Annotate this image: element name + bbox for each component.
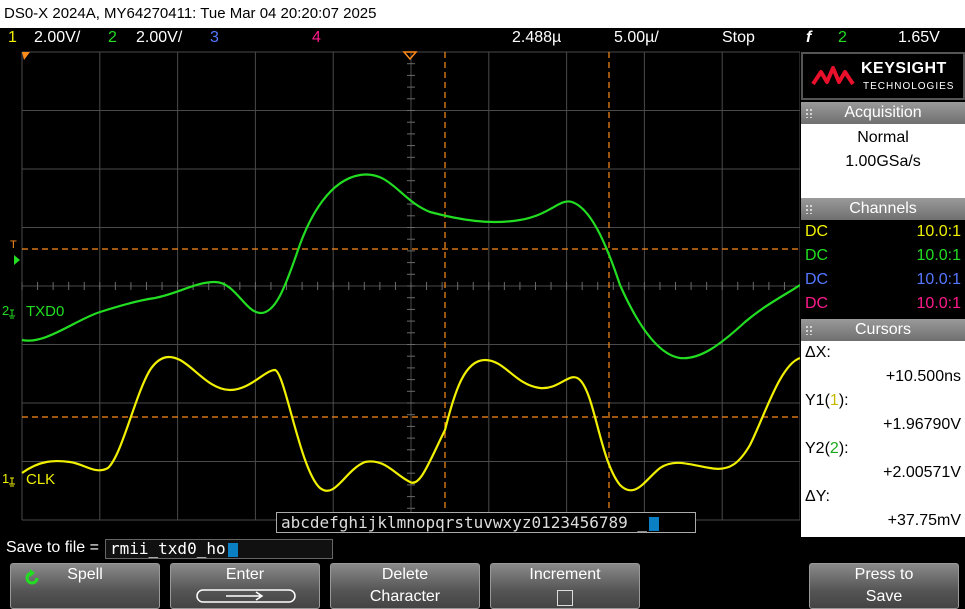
brand-tagline: TECHNOLOGIES (863, 81, 955, 92)
channels-header[interactable]: Channels (801, 198, 965, 220)
y1-value: +1.96790V (883, 416, 961, 433)
clk-label: CLK (26, 471, 55, 488)
run-state[interactable]: Stop (722, 29, 755, 47)
filename-field[interactable]: rmii_txd0_ho (105, 539, 333, 559)
txd0-label: TXD0 (26, 303, 64, 320)
delete-label-line2: Character (369, 588, 441, 605)
ch4-number[interactable]: 4 (312, 29, 321, 47)
grip-icon (805, 325, 813, 335)
trigger-source[interactable]: 2 (838, 29, 847, 47)
ch1-scale[interactable]: 2.00V/ (34, 29, 80, 47)
enter-arrow-icon (196, 589, 296, 603)
channel-4-coupling: DC (805, 295, 829, 312)
y1-label: Y1(1): (801, 389, 965, 413)
save-label: Save to file = (6, 539, 99, 556)
keysight-wave-icon (811, 66, 855, 86)
window-title: DS0-X 2024A, MY64270411: Tue Mar 04 20:2… (0, 0, 965, 28)
waveform-display: T 2 TXD0 1 CLK (0, 50, 800, 535)
channel-2-row: DC 10.0:1 (801, 244, 965, 268)
press-label-line1: Press to (854, 566, 914, 583)
channel-1-coupling: DC (805, 223, 829, 240)
character-selector[interactable]: abcdefghijklmnopqrstuvwxyz0123456789 _ (276, 512, 696, 533)
press-to-save-button[interactable]: Press to Save (809, 563, 959, 609)
ch3-number[interactable]: 3 (210, 29, 219, 47)
softkey-bar: Spell Enter Delete Character Increment P… (0, 561, 965, 609)
acquisition-rate: 1.00GSa/s (845, 153, 921, 170)
acquisition-title: Acquisition (844, 104, 922, 121)
cursors-header[interactable]: Cursors (801, 319, 965, 341)
y2-value: +2.00571V (883, 464, 961, 481)
y2-label-suffix: ): (838, 440, 849, 457)
delta-x-value: +10.500ns (885, 368, 961, 385)
channel-3-row: DC 10.0:1 (801, 268, 965, 292)
status-bar: 1 2.00V/ 2 2.00V/ 3 4 2.488µ 5.00µ/ Stop… (0, 28, 965, 50)
channel-3-probe: 10.0:1 (916, 271, 961, 288)
y1-label-suffix: ): (838, 392, 849, 409)
trigger-level-marker: T (10, 239, 17, 251)
character-cursor (649, 516, 660, 531)
y1-label-prefix: Y1( (805, 392, 830, 409)
grip-icon (805, 204, 813, 214)
delta-y-label: ΔY: (805, 488, 830, 505)
brand-name: KEYSIGHT (861, 60, 947, 77)
cursors-body: ΔX: +10.500ns Y1(1): +1.96790V Y2(2): +2… (801, 341, 965, 537)
clk-ground-marker: 1 (2, 471, 9, 486)
ch1-number[interactable]: 1 (8, 29, 17, 47)
channel-1-probe: 10.0:1 (916, 223, 961, 240)
increment-label: Increment (529, 566, 601, 583)
channel-1-row: DC 10.0:1 (801, 220, 965, 244)
delete-character-button[interactable]: Delete Character (330, 563, 480, 609)
side-panel: KEYSIGHT TECHNOLOGIES Acquisition Normal… (801, 52, 965, 537)
acquisition-header[interactable]: Acquisition (801, 102, 965, 124)
delta-x-label: ΔX: (805, 344, 831, 361)
time-scale[interactable]: 5.00µ/ (614, 29, 659, 47)
delta-y-value: +37.75mV (887, 512, 961, 529)
y1-channel-number: 1 (829, 392, 839, 409)
enter-label: Enter (225, 566, 265, 583)
channel-3-coupling: DC (805, 271, 829, 288)
acquisition-mode: Normal (857, 129, 909, 146)
trigger-level[interactable]: 1.65V (898, 29, 940, 47)
increment-button[interactable]: Increment (490, 563, 640, 609)
keysight-logo: KEYSIGHT TECHNOLOGIES (801, 52, 965, 100)
enter-button[interactable]: Enter (170, 563, 320, 609)
channel-2-coupling: DC (805, 247, 829, 264)
channels-title: Channels (849, 200, 917, 217)
character-list[interactable]: abcdefghijklmnopqrstuvwxyz0123456789 _ (281, 513, 647, 532)
y2-label-prefix: Y2( (805, 440, 830, 457)
channel-4-row: DC 10.0:1 (801, 292, 965, 316)
press-label-line2: Save (865, 588, 903, 605)
ch2-number[interactable]: 2 (108, 29, 117, 47)
filename-value: rmii_txd0_ho (110, 539, 226, 558)
trigger-edge-icon: f (806, 29, 812, 46)
spell-button[interactable]: Spell (10, 563, 160, 609)
acquisition-body: Normal 1.00GSa/s (801, 124, 965, 198)
cursors-title: Cursors (854, 321, 911, 338)
save-bar: Save to file = rmii_txd0_ho (0, 537, 965, 561)
text-cursor (227, 542, 238, 557)
channels-body: DC 10.0:1 DC 10.0:1 DC 10.0:1 DC 10.0:1 (801, 220, 965, 316)
grip-icon (805, 108, 813, 118)
time-delay[interactable]: 2.488µ (512, 29, 561, 47)
delete-label-line1: Delete (381, 566, 429, 583)
ch2-scale[interactable]: 2.00V/ (136, 29, 182, 47)
txd0-ground-marker: 2 (2, 303, 9, 318)
channel-2-probe: 10.0:1 (916, 247, 961, 264)
channel-4-probe: 10.0:1 (916, 295, 961, 312)
spell-label: Spell (67, 566, 103, 583)
checkbox-icon (557, 590, 573, 606)
y2-channel-number: 2 (829, 440, 839, 457)
y2-label: Y2(2): (801, 437, 965, 461)
